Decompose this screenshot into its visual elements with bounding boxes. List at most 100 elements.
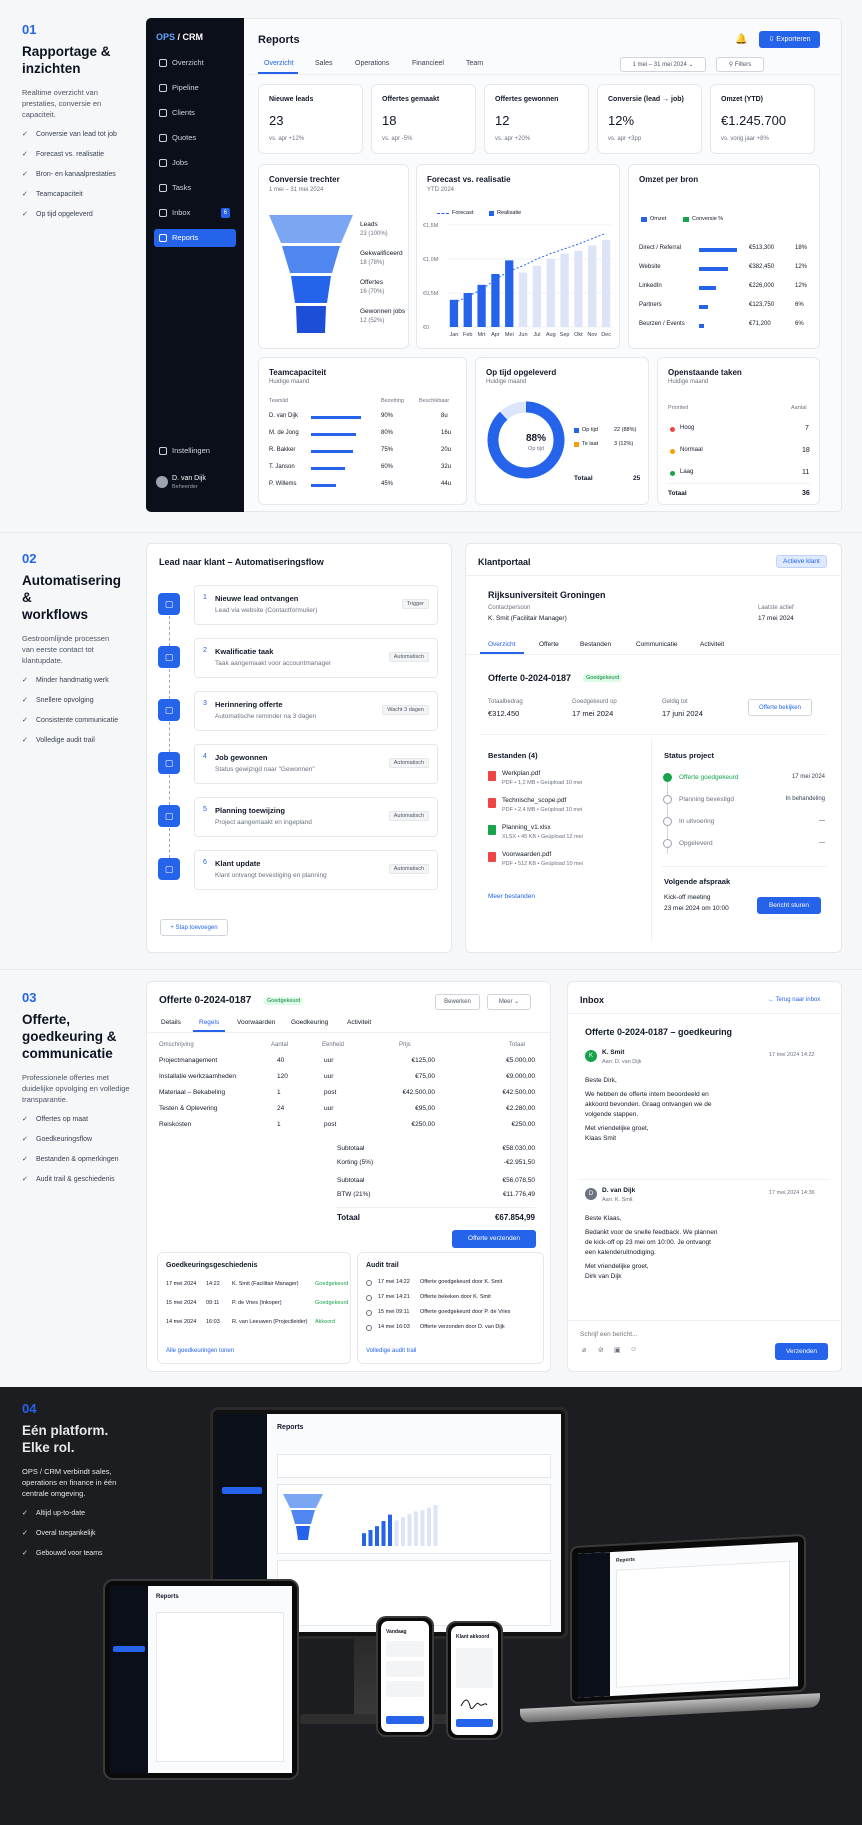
sidebar-item-inbox[interactable]: Inbox 6 — [154, 204, 236, 222]
col-header: Teamlid — [269, 398, 288, 404]
check-icon — [159, 184, 167, 192]
tab-overzicht[interactable]: Overzicht — [488, 641, 515, 648]
tab-overzicht[interactable]: Overzicht — [264, 60, 294, 67]
bell-icon[interactable]: 🔔 — [735, 34, 747, 45]
step-icon: ▢ — [158, 805, 180, 827]
divider — [580, 1179, 829, 1180]
section-desc: Gestroomlijnde processen van eerste cont… — [22, 634, 110, 665]
step-number: 5 — [203, 806, 207, 813]
tab-team[interactable]: Team — [466, 60, 483, 67]
mini-bar — [394, 1520, 399, 1546]
funnel-stage-value: 16 (70%) — [360, 289, 385, 295]
add-step-button[interactable]: + Stap toevoegen — [160, 919, 228, 936]
status-dot — [663, 773, 672, 782]
table-cell: €42.500,00 — [402, 1089, 435, 1096]
quote-title: Offerte 0-2024-0187 — [159, 995, 252, 1006]
step-subtitle: Klant ontvangt bevestiging en planning — [215, 872, 327, 879]
audit-link[interactable]: Volledige audit trail — [366, 1348, 416, 1354]
sidebar-item-jobs[interactable]: Jobs — [154, 154, 236, 172]
app-logo: OPS / CRM — [156, 32, 204, 42]
legend-omzet-swatch — [641, 217, 647, 222]
sidebar-item-quotes[interactable]: Quotes — [154, 129, 236, 147]
tab-sales[interactable]: Sales — [315, 60, 333, 67]
step-tag: Automatisch — [388, 811, 429, 821]
edit-button[interactable]: Bewerken — [435, 994, 480, 1010]
col-header: Totaal — [509, 1042, 526, 1048]
send-quote-button[interactable]: Offerte verzenden — [452, 1230, 536, 1248]
table-cell: €75,00 — [415, 1073, 435, 1080]
date-range-select[interactable]: 1 mei – 31 mei 2024 ⌄ — [620, 57, 706, 72]
col-header: Aantal — [271, 1042, 289, 1048]
more-files-link[interactable]: Meer bestanden — [488, 893, 535, 900]
clock-icon — [366, 1325, 372, 1331]
tab-offerte[interactable]: Offerte — [539, 641, 559, 648]
x-tick-label: Aug — [546, 332, 556, 338]
flow-step[interactable]: 1 Nieuwe lead ontvangen Lead via website (… — [194, 585, 438, 625]
more-button[interactable]: Meer ⌄ — [487, 994, 531, 1010]
mini-card — [386, 1641, 424, 1657]
message-input[interactable] — [580, 1327, 820, 1341]
field-label: Geldig tot — [662, 699, 688, 705]
approvals-link[interactable]: Alle goedkeuringen tonen — [166, 1348, 234, 1354]
export-button[interactable]: ⇩ Exporteren — [759, 31, 820, 48]
feature-item: Op tijd opgeleverd — [22, 210, 122, 220]
sidebar-item-reports[interactable]: Reports — [154, 229, 236, 247]
sidebar-item-clients[interactable]: Clients — [154, 104, 236, 122]
card-title: Lead naar klant – Automatiseringsflow — [159, 557, 324, 567]
tab-goedkeuring[interactable]: Goedkeuring — [291, 1019, 328, 1026]
tab-bestanden[interactable]: Bestanden — [580, 641, 611, 648]
status-title: Status project — [664, 751, 715, 760]
flow-step[interactable]: 2 Kwalificatie taak Taak aangemaakt voor a… — [194, 638, 438, 678]
tab-activiteit[interactable]: Activiteit — [347, 1019, 371, 1026]
sender-avatar: K — [585, 1050, 597, 1062]
approval-history-card: Goedkeuringsgeschiedenis Alle goedkeurin… — [157, 1252, 351, 1364]
bar-realisatie — [574, 250, 583, 327]
priority-dot — [670, 427, 675, 432]
revenue-source-card: Omzet per bron Omzet Conversie % Direct … — [628, 164, 820, 349]
source-bar — [699, 267, 728, 271]
source-amount: €513,300 — [749, 245, 775, 251]
tab-details[interactable]: Details — [161, 1019, 181, 1026]
send-message-button[interactable]: Bericht sturen — [757, 897, 821, 914]
flow-step[interactable]: 5 Planning toewijzing Project aangemaakt e… — [194, 797, 438, 837]
filters-button[interactable]: ⚲ Filters — [716, 57, 764, 72]
back-to-inbox-link[interactable]: ← Terug naar inbox — [768, 997, 820, 1003]
image-icon[interactable]: ▣ — [614, 1346, 621, 1354]
tab-activiteit[interactable]: Activiteit — [700, 641, 724, 648]
file-name[interactable]: Werkplan.pdf — [502, 770, 540, 777]
send-button[interactable]: Verzenden — [775, 1343, 828, 1360]
legend-value: 22 (88%) — [614, 427, 637, 433]
file-name[interactable]: Planning_v1.xlsx — [502, 824, 551, 831]
legend-conversie-swatch — [683, 217, 689, 222]
file-name[interactable]: Technische_scope.pdf — [502, 797, 566, 804]
step-tag: Automatisch — [388, 864, 429, 874]
tab-communicatie[interactable]: Communicatie — [636, 641, 678, 648]
sidebar-item-overzicht[interactable]: Overzicht — [154, 54, 236, 72]
tab-voorwaarden[interactable]: Voorwaarden — [237, 1019, 275, 1026]
file-name[interactable]: Voorwaarden.pdf — [502, 851, 551, 858]
attachment-icon[interactable]: ⌀ — [582, 1346, 586, 1354]
funnel-stage-name: Gewonnen jobs — [360, 308, 406, 315]
section-number: 04 — [22, 1401, 37, 1416]
flow-step[interactable]: 6 Klant update Klant ontvangt bevestiging … — [194, 850, 438, 890]
card-title: Openstaande taken — [668, 368, 742, 377]
tab-regels[interactable]: Regels — [199, 1019, 219, 1026]
link-icon[interactable]: ⊘ — [598, 1346, 604, 1354]
appointment-name: Kick-off meeting — [664, 894, 711, 901]
history-status: Goedgekeurd — [315, 1300, 349, 1306]
emoji-icon[interactable]: ☺ — [630, 1346, 637, 1353]
view-quote-button[interactable]: Offerte bekijken — [748, 699, 812, 716]
sidebar-item-settings[interactable]: Instellingen — [154, 442, 236, 460]
funnel-stage — [291, 276, 331, 303]
flow-step[interactable]: 4 Job gewonnen Status gewijzigd naar "Gewo… — [194, 744, 438, 784]
capacity-free: 16u — [441, 430, 452, 436]
sidebar-item-pipeline[interactable]: Pipeline — [154, 79, 236, 97]
sidebar-item-tasks[interactable]: Tasks — [154, 179, 236, 197]
flow-step[interactable]: 3 Herinnering offerte Automatische reminde… — [194, 691, 438, 731]
tab-operations[interactable]: Operations — [355, 60, 389, 67]
kpi-value: 12% — [608, 113, 635, 128]
mini-title: Reports — [616, 1556, 635, 1564]
tab-financieel[interactable]: Financieel — [412, 60, 444, 67]
card-title: Omzet per bron — [639, 175, 699, 184]
avatar[interactable] — [156, 476, 168, 488]
